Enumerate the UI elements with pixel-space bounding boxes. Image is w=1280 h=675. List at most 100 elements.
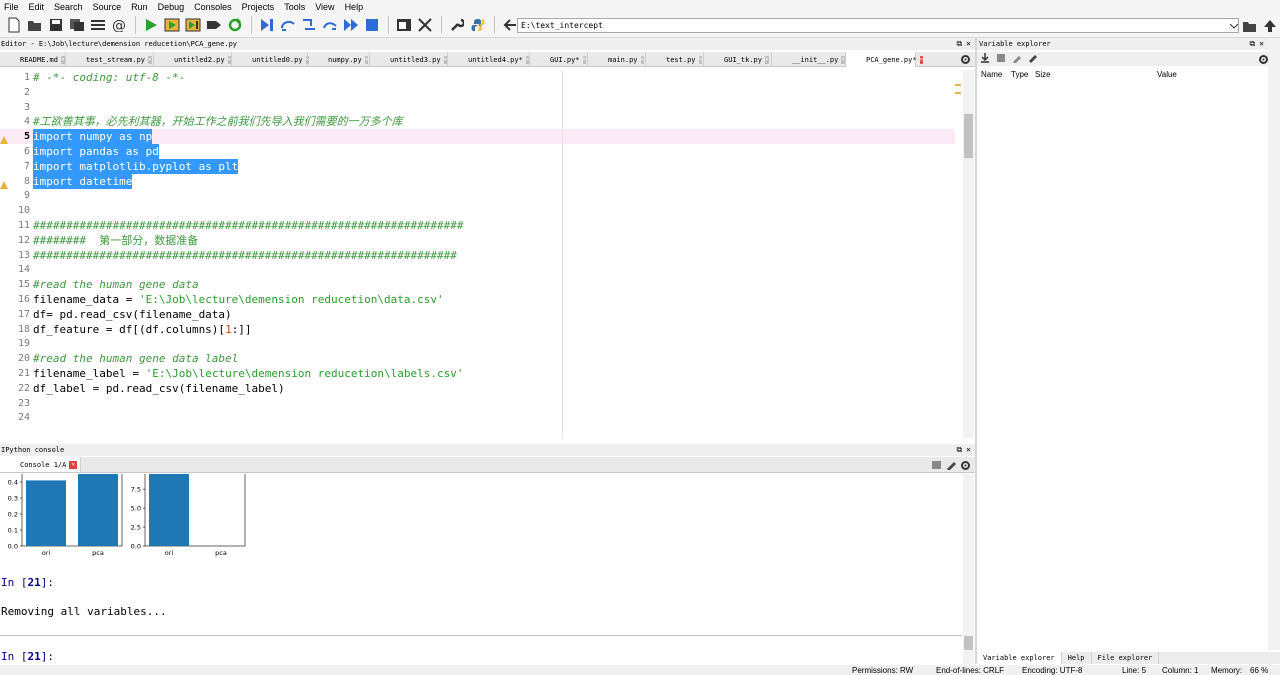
gear-icon[interactable] bbox=[960, 460, 971, 474]
code-line[interactable]: 15 #read the human gene data bbox=[0, 277, 955, 292]
variable-explorer-scrollbar[interactable] bbox=[1268, 38, 1280, 650]
code-line[interactable]: 21 filename_label = 'E:\Job\lecture\demen… bbox=[0, 366, 955, 381]
tab-file-explorer[interactable]: File explorer bbox=[1092, 652, 1160, 664]
column-type[interactable]: Type bbox=[1011, 70, 1028, 79]
menu-projects[interactable]: Projects bbox=[238, 2, 281, 12]
maximize-icon[interactable] bbox=[394, 15, 414, 35]
editor-tab[interactable]: GUI_tk.py ✕ bbox=[704, 52, 772, 67]
close-pane-icon[interactable]: ✕ bbox=[1259, 38, 1264, 50]
column-name[interactable]: Name bbox=[981, 70, 1002, 79]
rerun-icon[interactable] bbox=[225, 15, 245, 35]
close-pane-icon[interactable]: ✕ bbox=[966, 444, 971, 456]
column-value[interactable]: Value bbox=[1157, 70, 1177, 79]
code-line[interactable]: 14 bbox=[0, 262, 955, 277]
tab-help[interactable]: Help bbox=[1062, 652, 1092, 664]
step-into-icon[interactable] bbox=[299, 15, 319, 35]
close-icon[interactable]: ✕ bbox=[582, 55, 587, 64]
save-data-icon[interactable] bbox=[996, 53, 1006, 66]
variable-table-body[interactable] bbox=[977, 84, 1267, 652]
code-line[interactable]: 10 bbox=[0, 203, 955, 218]
save-icon[interactable] bbox=[46, 15, 66, 35]
warning-icon[interactable] bbox=[0, 133, 8, 145]
column-size[interactable]: Size bbox=[1035, 70, 1051, 79]
editor-tab[interactable]: untitled4.py* ✕ bbox=[448, 52, 530, 67]
menu-help[interactable]: Help bbox=[341, 2, 370, 12]
console-scrollbar-thumb[interactable] bbox=[964, 636, 973, 650]
debug-icon[interactable] bbox=[257, 15, 277, 35]
tab-variable-explorer[interactable]: Variable explorer bbox=[977, 652, 1062, 664]
undock-icon[interactable]: ⧉ bbox=[1249, 38, 1255, 50]
code-line[interactable]: 24 bbox=[0, 410, 955, 425]
code-line[interactable]: 11 ######################################… bbox=[0, 218, 955, 233]
menu-file[interactable]: File bbox=[0, 2, 25, 12]
code-editor[interactable]: 1 # -*- coding: utf-8 -*- 2 3 4 #工欲善其事，必先利其器，… bbox=[0, 70, 962, 438]
editor-tab[interactable]: README.md ✕ bbox=[0, 52, 66, 67]
close-icon[interactable]: ✕ bbox=[764, 55, 769, 64]
close-icon[interactable]: ✕ bbox=[69, 460, 78, 469]
code-line[interactable]: 18 df_feature = df[(df.columns)[1:]] bbox=[0, 322, 955, 337]
menu-run[interactable]: Run bbox=[127, 2, 154, 12]
python-path-icon[interactable] bbox=[468, 15, 488, 35]
code-line[interactable]: 5 import numpy as np bbox=[0, 129, 955, 145]
email-icon[interactable]: @ bbox=[109, 15, 129, 35]
step-icon[interactable] bbox=[278, 15, 298, 35]
code-line[interactable]: 1 # -*- coding: utf-8 -*- bbox=[0, 70, 955, 85]
editor-tab[interactable]: test.py ✕ bbox=[646, 52, 704, 67]
warning-icon[interactable] bbox=[0, 178, 8, 189]
code-line[interactable]: 7 import matplotlib.pyplot as plt bbox=[0, 158, 955, 174]
undock-icon[interactable]: ⧉ bbox=[956, 38, 962, 50]
step-return-icon[interactable] bbox=[320, 15, 340, 35]
close-icon[interactable]: ✕ bbox=[841, 55, 845, 64]
code-line[interactable]: 2 bbox=[0, 85, 955, 100]
stop-console-icon[interactable] bbox=[932, 461, 941, 469]
code-line[interactable]: 8 import datetime bbox=[0, 173, 955, 189]
editor-tab[interactable]: numpy.py ✕ bbox=[308, 52, 370, 67]
code-line[interactable]: 23 bbox=[0, 396, 955, 411]
console-tab[interactable]: Console 1/A ✕ bbox=[0, 457, 82, 472]
outline-icon[interactable] bbox=[88, 15, 108, 35]
code-line[interactable]: 4 #工欲善其事，必先利其器，开始工作之前我们先导入我们需要的一万多个库 bbox=[0, 114, 955, 129]
editor-tab[interactable]: untitled2.py ✕ bbox=[154, 52, 232, 67]
menu-view[interactable]: View bbox=[311, 2, 340, 12]
editor-tab[interactable]: __init__.py ✕ bbox=[772, 52, 846, 67]
editor-tab[interactable]: main.py ✕ bbox=[588, 52, 646, 67]
code-line[interactable]: 12 ######## 第一部分，数据准备 bbox=[0, 233, 955, 248]
close-icon[interactable]: ✕ bbox=[148, 55, 152, 64]
run-cell-advance-icon[interactable] bbox=[183, 15, 203, 35]
close-pane-icon[interactable]: ✕ bbox=[966, 38, 971, 50]
gear-icon[interactable] bbox=[960, 54, 971, 68]
undock-icon[interactable]: ⧉ bbox=[956, 444, 962, 456]
working-directory-input[interactable]: E:\text_intercept bbox=[517, 18, 1239, 33]
editor-tab[interactable]: untitled0.py ✕ bbox=[232, 52, 310, 67]
clear-console-icon[interactable] bbox=[946, 460, 956, 473]
stop-icon[interactable] bbox=[362, 15, 382, 35]
close-icon[interactable]: ✕ bbox=[640, 55, 645, 64]
save-all-icon[interactable] bbox=[67, 15, 87, 35]
editor-tab[interactable]: GUI.py* ✕ bbox=[530, 52, 588, 67]
close-icon[interactable]: ✕ bbox=[525, 55, 530, 64]
editor-scrollbar-thumb[interactable] bbox=[964, 114, 973, 158]
code-line[interactable]: 9 bbox=[0, 188, 955, 203]
menu-source[interactable]: Source bbox=[89, 2, 128, 12]
continue-icon[interactable] bbox=[341, 15, 361, 35]
new-file-icon[interactable] bbox=[4, 15, 24, 35]
code-line[interactable]: 19 bbox=[0, 336, 955, 351]
menu-consoles[interactable]: Consoles bbox=[190, 2, 238, 12]
preferences-icon[interactable] bbox=[447, 15, 467, 35]
code-line[interactable]: 22 df_label = pd.read_csv(filename_label) bbox=[0, 381, 955, 396]
chevron-down-icon[interactable] bbox=[1229, 19, 1239, 32]
code-line[interactable]: 20 #read the human gene data label bbox=[0, 351, 955, 366]
menu-debug[interactable]: Debug bbox=[154, 2, 191, 12]
close-icon[interactable]: ✕ bbox=[227, 55, 232, 64]
close-icon[interactable]: ✕ bbox=[364, 55, 369, 64]
code-line[interactable]: 13 ######################################… bbox=[0, 248, 955, 263]
fullscreen-icon[interactable] bbox=[415, 15, 435, 35]
menu-tools[interactable]: Tools bbox=[280, 2, 311, 12]
close-icon[interactable]: ✕ bbox=[919, 55, 924, 64]
menu-edit[interactable]: Edit bbox=[25, 2, 51, 12]
code-line[interactable]: 6 import pandas as pd bbox=[0, 144, 955, 159]
parent-dir-icon[interactable] bbox=[1260, 16, 1280, 36]
save-data-as-icon[interactable] bbox=[1012, 53, 1022, 66]
run-icon[interactable] bbox=[141, 15, 161, 35]
browse-folder-icon[interactable] bbox=[1240, 16, 1260, 36]
